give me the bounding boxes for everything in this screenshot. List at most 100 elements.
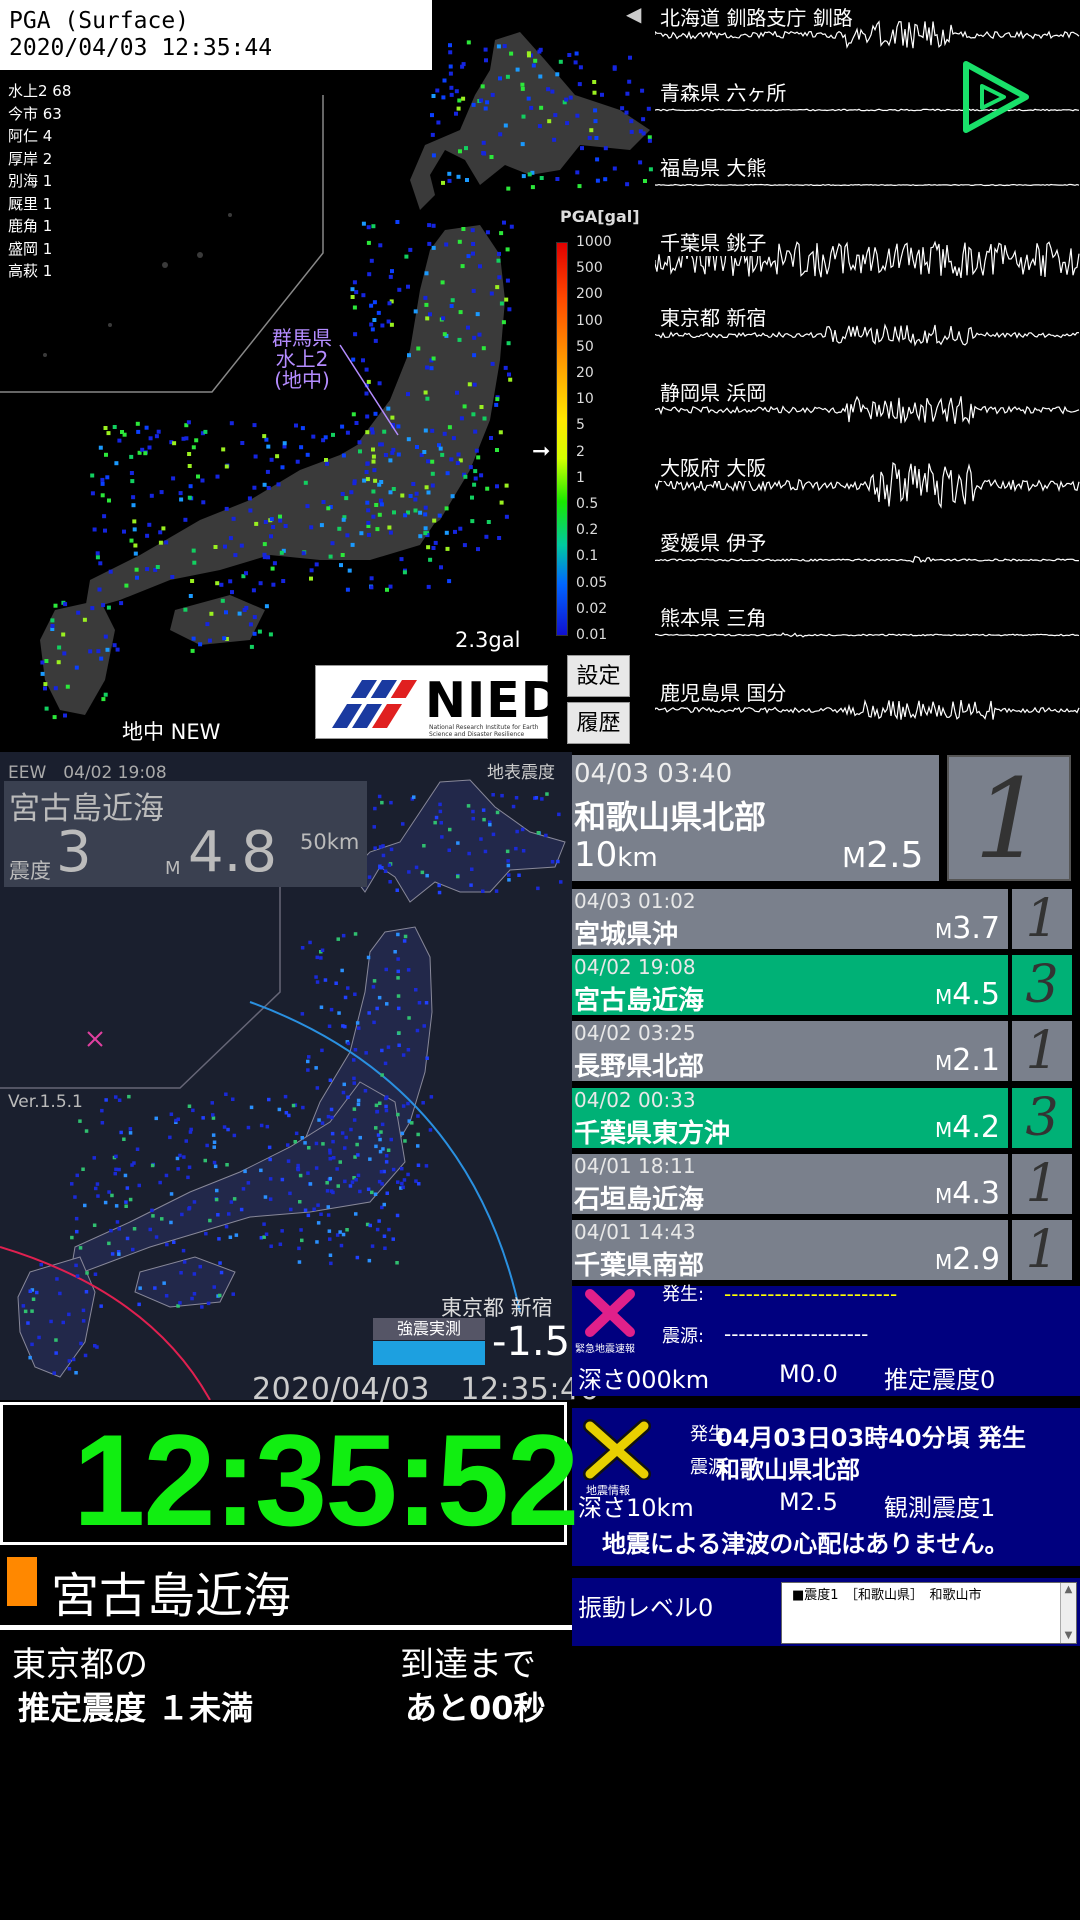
history-button[interactable]: 履歴 (567, 702, 630, 744)
history-intensity: 1 (1012, 889, 1072, 949)
ranking-item: 厚岸 2 (8, 149, 53, 168)
ranking-item: 盛岡 1 (8, 239, 53, 258)
history-magnitude: M2.9 (935, 1242, 1000, 1277)
quake-observed-intensity: 観測震度1 (884, 1494, 996, 1522)
ranking-item: 今市 63 (8, 104, 62, 123)
nied-logo-text: NIED (425, 672, 563, 729)
eew-occur-label: 発生: (662, 1284, 705, 1305)
history-magnitude: M2.1 (935, 1043, 1000, 1078)
legend-tick-label: 0.02 (576, 600, 608, 617)
waveform-station-label: 福島県 大熊 (660, 152, 767, 181)
history-magnitude: M4.5 (935, 977, 1000, 1012)
history-magnitude: M3.7 (935, 911, 1000, 946)
vibration-scrollbar[interactable]: ▲ ▼ (1060, 1583, 1076, 1643)
divider (0, 1625, 572, 1630)
version-label: Ver.1.5.1 (8, 1092, 83, 1112)
eew-depth: 50km (300, 830, 360, 854)
marker-station-label: 群馬県 水上2 (地中) (272, 326, 332, 392)
waveform-station-label: 東京都 新宿 (660, 302, 767, 331)
history-date: 04/01 18:11 (574, 1154, 696, 1178)
epicenter-name: 宮古島近海 (51, 1568, 292, 1624)
eew-mag-label: M (165, 858, 181, 879)
quake-magnitude: M2.5 (779, 1488, 838, 1516)
waveform-station-label: 大阪府 大阪 (660, 452, 767, 481)
ranking-item: 鹿角 1 (8, 217, 53, 235)
vibration-list-box[interactable]: ■震度1 ［和歌山県］ 和歌山市 ▲ ▼ (781, 1582, 1077, 1644)
latest-depth-value: 10 (574, 835, 618, 875)
nied-logo-subtext: National Research Institute for Earth Sc… (429, 724, 539, 738)
arrival-label: 到達まで (400, 1645, 536, 1685)
waveform-station-label: 熊本県 三角 (660, 602, 767, 631)
estimated-intensity: 推定震度 １未満 (18, 1689, 254, 1727)
history-item[interactable]: 04/01 18:11 石垣島近海 M4.3 (572, 1154, 1008, 1215)
latest-magnitude: M2.5 (842, 835, 923, 876)
legend-tick-label: 2 (576, 443, 585, 460)
eew-hypo-value: -------------------- (724, 1322, 869, 1346)
kyoshin-value: -1.5 (492, 1319, 571, 1365)
history-intensity: 1 (1012, 1154, 1072, 1214)
ranking-item: 水上2 68 (8, 82, 72, 100)
history-date: 04/01 14:43 (574, 1220, 696, 1244)
eew-mag-value: M0.0 (779, 1360, 838, 1388)
surface-intensity-label: 地表震度 (487, 763, 555, 783)
nied-emblem-icon (327, 680, 417, 728)
history-date: 04/03 01:02 (574, 889, 696, 913)
history-item[interactable]: 04/01 14:43 千葉県南部 M2.9 (572, 1220, 1008, 1281)
legend-tick-label: 200 (576, 286, 603, 303)
pga-datetime: 2020/04/03 12:35:44 (9, 35, 273, 61)
pga-current-value: 2.3gal (455, 628, 521, 652)
history-intensity: 3 (1012, 955, 1072, 1015)
kyoshin-level-bar (373, 1341, 485, 1365)
tsunami-message: 地震による津波の心配はありません。 (602, 1530, 1009, 1558)
eew-header: EEW 04/02 19:08 (8, 763, 167, 783)
eew-cancel-x-icon (585, 1289, 635, 1337)
ranking-item: 高萩 1 (8, 262, 53, 280)
history-date: 04/02 03:25 (574, 1021, 696, 1045)
vibration-level-label: 振動レベル0 (578, 1594, 714, 1622)
legend-tick-label: 10 (576, 391, 594, 408)
latest-intensity: 1 (974, 755, 1044, 883)
eew-alert-panel: 緊急地震速報 発生: ------------------------ 震源: … (572, 1282, 1080, 1396)
history-date: 04/02 00:33 (574, 1088, 696, 1112)
legend-tick-label: 0.01 (576, 627, 608, 643)
quake-depth: 深さ10km (578, 1494, 694, 1522)
history-item[interactable]: 04/03 01:02 宮城県沖 M3.7 (572, 889, 1008, 950)
history-item[interactable]: 04/02 00:33 千葉県東方沖 M4.2 (572, 1088, 1008, 1149)
station-ranking-list: 水上2 68 今市 63 阿仁 4 厚岸 2 別海 1 厩里 1 鹿角 1 盛岡… (8, 80, 71, 283)
scroll-up-icon[interactable]: ▲ (1061, 1583, 1076, 1597)
eew-est-intensity: 推定震度0 (884, 1366, 996, 1394)
waveform-station-label: 千葉県 銚子 (660, 227, 767, 256)
waveform-station-label: 北海道 釧路支庁 釧路 (660, 2, 853, 31)
play-icon[interactable] (960, 58, 1032, 136)
history-magnitude: M4.3 (935, 1176, 1000, 1211)
legend-tick-label: 500 (576, 260, 603, 277)
latest-quake-card[interactable]: 04/03 03:40 和歌山県北部 10km M2.5 (572, 755, 939, 881)
legend-tick-label: 50 (576, 338, 594, 355)
history-region: 石垣島近海 (574, 1185, 705, 1215)
ranking-item: 別海 1 (8, 172, 53, 190)
pga-title-box: PGA (Surface) 2020/04/03 12:35:44 (0, 0, 432, 70)
history-region: 千葉県南部 (574, 1251, 705, 1281)
history-region: 千葉県東方沖 (574, 1119, 731, 1149)
legend-tick-label: 1000 (576, 234, 612, 250)
eew-depth-value: 深さ000km (578, 1366, 710, 1394)
scroll-down-icon[interactable]: ▼ (1061, 1629, 1076, 1643)
waveform-back-arrow-icon[interactable]: ◀ (626, 2, 641, 26)
history-magnitude: M4.2 (935, 1110, 1000, 1145)
remaining-seconds: あと00秒 (405, 1689, 546, 1727)
legend-tick-label: 0.2 (576, 522, 599, 539)
history-item[interactable]: 04/02 03:25 長野県北部 M2.1 (572, 1021, 1008, 1082)
history-date: 04/02 19:08 (574, 955, 696, 979)
latest-region: 和歌山県北部 (574, 798, 767, 836)
epicenter-marker (7, 1557, 37, 1606)
eew-occur-value: ------------------------ (724, 1282, 898, 1306)
settings-button[interactable]: 設定 (567, 655, 630, 697)
kyoshin-label: 強震実測 (373, 1318, 485, 1340)
pga-legend-title: PGA[gal] (560, 207, 640, 226)
eew-intensity: 3 (56, 820, 92, 885)
legend-tick-label: 20 (576, 365, 594, 381)
history-item[interactable]: 04/02 19:08 宮古島近海 M4.5 (572, 955, 1008, 1016)
ranking-item: 厩里 1 (8, 194, 53, 213)
ranking-item: 阿仁 4 (8, 127, 53, 145)
pga-title: PGA (Surface) (9, 8, 190, 34)
